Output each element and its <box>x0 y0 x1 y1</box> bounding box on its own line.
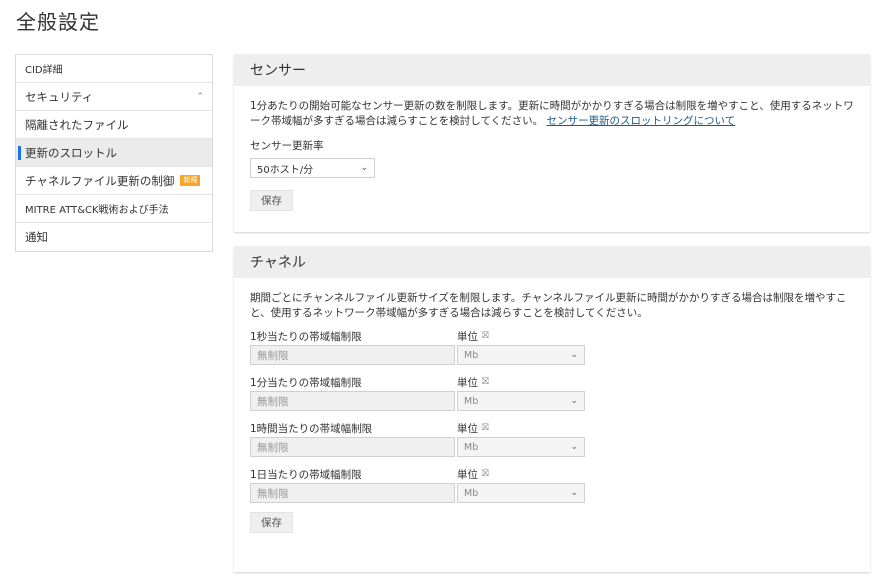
sidebar-item-label: チャネルファイル更新の制御 <box>25 173 175 188</box>
unit-label: 単位 ⛝ <box>457 373 585 391</box>
unit-label: 単位 ⛝ <box>457 327 585 345</box>
sensor-description: 1分あたりの開始可能なセンサー更新の数を制限します。更新に時間がかかりすぎる場合… <box>250 99 854 129</box>
sidebar-item-label: MITRE ATT&CK戦術および手法 <box>25 205 169 216</box>
sensor-rate-select[interactable]: 50ホスト/分 ⌄ <box>250 158 375 178</box>
bandwidth-limit-input[interactable]: 無制限 <box>250 483 455 503</box>
unit-value: Mb <box>464 349 479 361</box>
unit-label-text: 単位 <box>457 376 478 389</box>
chevron-down-icon: ⌄ <box>570 442 578 452</box>
sidebar-item-label: 隔離されたファイル <box>25 117 129 132</box>
sensor-rate-value: 50ホスト/分 <box>257 164 314 176</box>
channel-panel-body: 期間ごとにチャンネルファイル更新サイズを制限します。チャンネルファイル更新に時間… <box>234 278 870 533</box>
sidebar-item-label: 通知 <box>25 230 48 244</box>
new-badge: 新規 <box>180 175 201 186</box>
sidebar-item-cid-details[interactable]: CID詳細 <box>16 55 212 83</box>
bandwidth-row: 1秒当たりの帯域幅制限 単位 ⛝ 無制限 Mb ⌄ <box>250 327 854 365</box>
bandwidth-limit-value: 無制限 <box>257 395 289 408</box>
chevron-down-icon: ⌄ <box>570 488 578 498</box>
bandwidth-limit-input[interactable]: 無制限 <box>250 391 455 411</box>
sensor-throttle-help-link[interactable]: センサー更新のスロットリングについて <box>547 115 736 127</box>
bandwidth-limit-value: 無制限 <box>257 349 289 362</box>
page-title: 全般設定 <box>16 10 100 34</box>
sensor-panel-body: 1分あたりの開始可能なセンサー更新の数を制限します。更新に時間がかかりすぎる場合… <box>234 86 870 211</box>
sidebar-item-label: 更新のスロットル <box>25 145 117 160</box>
sidebar-item-quarantined-files[interactable]: 隔離されたファイル <box>16 111 212 139</box>
channel-description: 期間ごとにチャンネルファイル更新サイズを制限します。チャンネルファイル更新に時間… <box>250 292 847 319</box>
unit-select[interactable]: Mb ⌄ <box>457 391 585 411</box>
unit-label-text: 単位 <box>457 422 478 435</box>
bandwidth-rows: 1秒当たりの帯域幅制限 単位 ⛝ 無制限 Mb ⌄ 1分当たりの帯域幅制限 単位… <box>250 327 854 503</box>
lock-icon: ⛝ <box>482 469 489 479</box>
bandwidth-limit-input[interactable]: 無制限 <box>250 437 455 457</box>
bandwidth-row: 1日当たりの帯域幅制限 単位 ⛝ 無制限 Mb ⌄ <box>250 465 854 503</box>
unit-label-text: 単位 <box>457 330 478 343</box>
unit-value: Mb <box>464 487 479 499</box>
sensor-rate-label: センサー更新率 <box>250 140 324 152</box>
chevron-down-icon: ⌄ <box>360 163 368 173</box>
unit-value: Mb <box>464 441 479 453</box>
bandwidth-row-label: 1秒当たりの帯域幅制限 <box>250 330 362 343</box>
lock-icon: ⛝ <box>482 377 489 387</box>
sidebar-item-label: セキュリティ <box>25 89 94 104</box>
sensor-panel-header: センサー <box>234 54 870 86</box>
unit-label: 単位 ⛝ <box>457 419 585 437</box>
bandwidth-row: 1時間当たりの帯域幅制限 単位 ⛝ 無制限 Mb ⌄ <box>250 419 854 457</box>
chevron-down-icon: ⌄ <box>570 350 578 360</box>
sidebar-item-notifications[interactable]: 通知 <box>16 223 212 251</box>
unit-select[interactable]: Mb ⌄ <box>457 483 585 503</box>
bandwidth-limit-input[interactable]: 無制限 <box>250 345 455 365</box>
bandwidth-row: 1分当たりの帯域幅制限 単位 ⛝ 無制限 Mb ⌄ <box>250 373 854 411</box>
unit-label-text: 単位 <box>457 468 478 481</box>
chevron-down-icon: ⌄ <box>570 396 578 406</box>
unit-value: Mb <box>464 395 479 407</box>
bandwidth-row-label: 1時間当たりの帯域幅制限 <box>250 422 373 435</box>
unit-label: 単位 ⛝ <box>457 465 585 483</box>
bandwidth-limit-value: 無制限 <box>257 487 289 500</box>
sidebar-item-channel-file-update-control[interactable]: チャネルファイル更新の制御 新規 <box>16 167 212 195</box>
channel-panel-header: チャネル <box>234 246 870 278</box>
sidebar-item-update-throttle[interactable]: 更新のスロットル <box>16 139 212 167</box>
bandwidth-limit-value: 無制限 <box>257 441 289 454</box>
lock-icon: ⛝ <box>482 423 489 433</box>
bandwidth-row-label: 1分当たりの帯域幅制限 <box>250 376 362 389</box>
sensor-save-button[interactable]: 保存 <box>250 190 293 211</box>
sidebar-item-mitre-attack[interactable]: MITRE ATT&CK戦術および手法 <box>16 195 212 223</box>
unit-select[interactable]: Mb ⌄ <box>457 437 585 457</box>
bandwidth-row-label: 1日当たりの帯域幅制限 <box>250 468 362 481</box>
sidebar-item-security[interactable]: セキュリティ ⌃ <box>16 83 212 111</box>
sidebar-item-label: CID詳細 <box>25 65 63 76</box>
unit-select[interactable]: Mb ⌄ <box>457 345 585 365</box>
lock-icon: ⛝ <box>482 331 489 341</box>
sensor-panel: センサー 1分あたりの開始可能なセンサー更新の数を制限します。更新に時間がかかり… <box>234 54 870 232</box>
settings-sidebar: CID詳細 セキュリティ ⌃ 隔離されたファイル 更新のスロットル チャネルファ… <box>15 54 213 252</box>
channel-panel: チャネル 期間ごとにチャンネルファイル更新サイズを制限します。チャンネルファイル… <box>234 246 870 572</box>
chevron-up-icon: ⌃ <box>196 91 204 102</box>
channel-save-button[interactable]: 保存 <box>250 512 293 533</box>
